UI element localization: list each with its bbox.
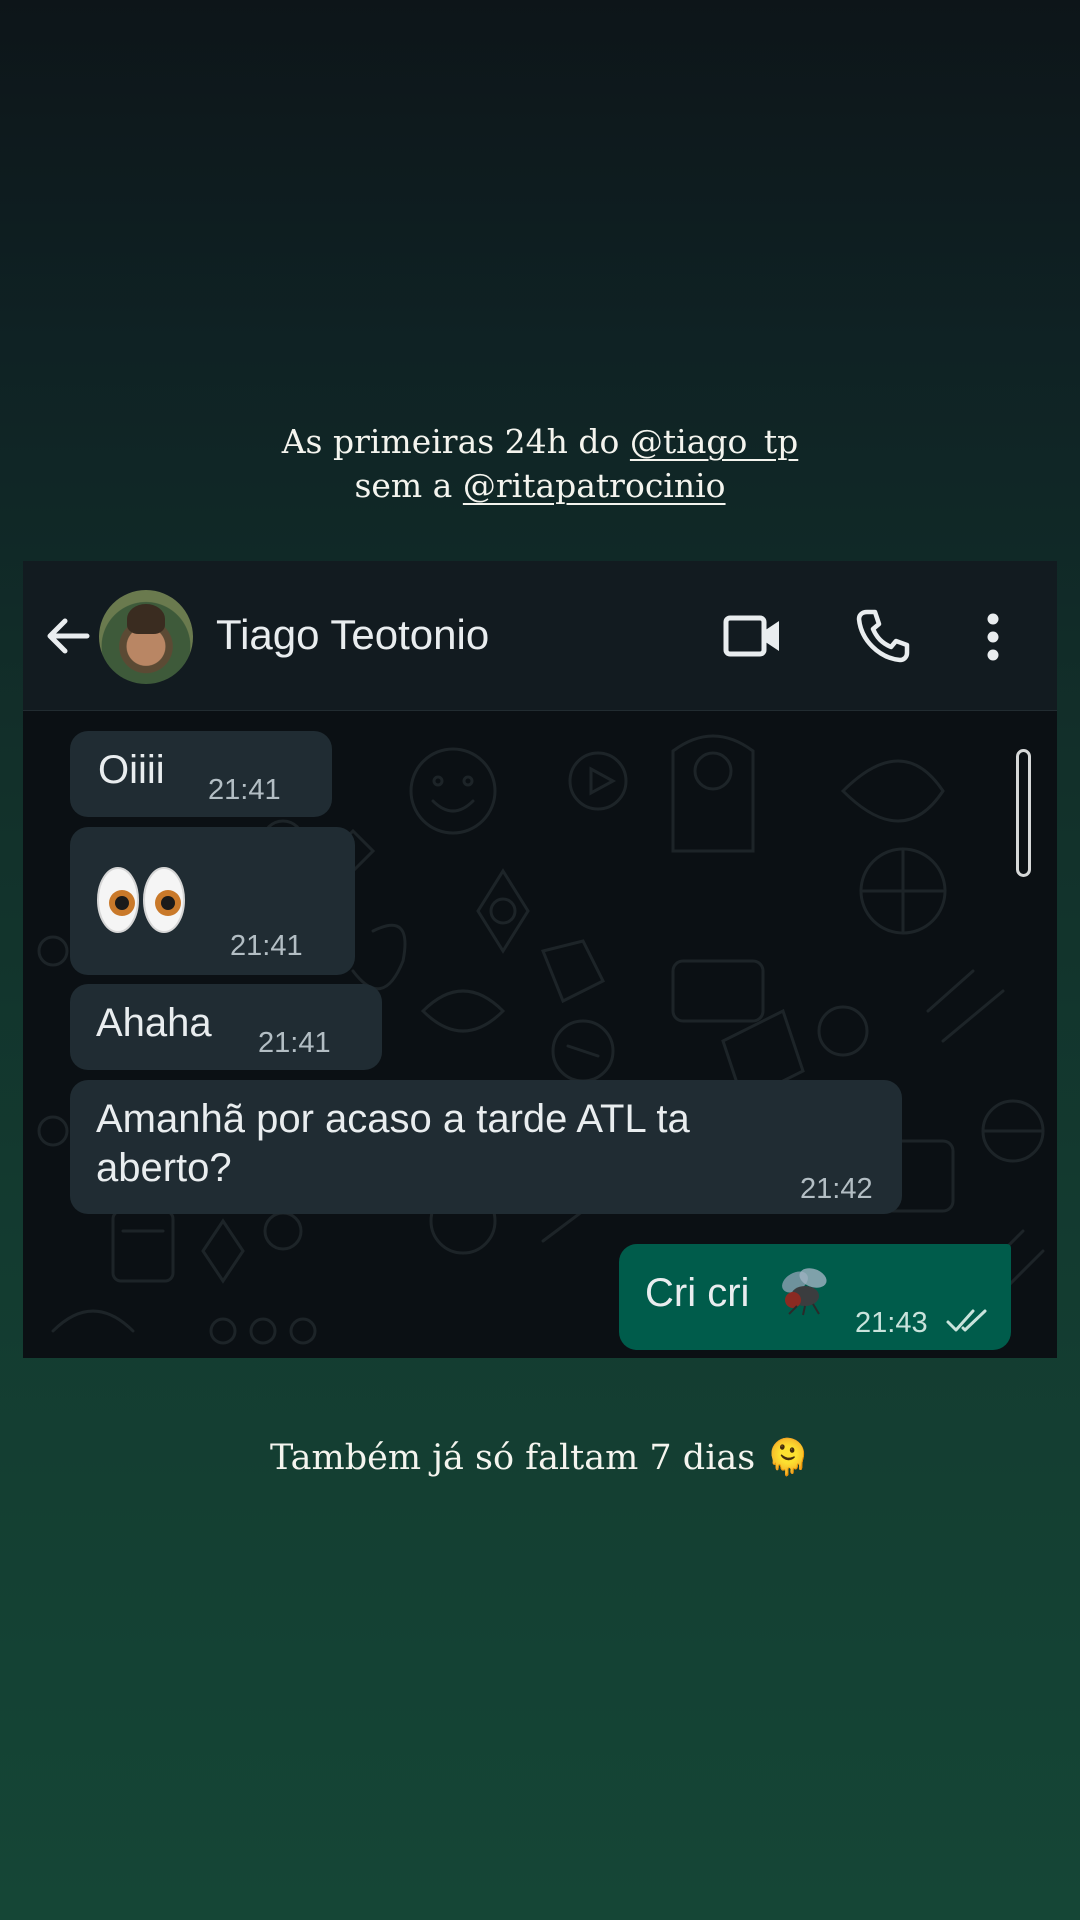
melting-face-emoji-icon: 🫠: [766, 1438, 810, 1478]
mention-link-rita[interactable]: @ritapatrocinio: [463, 466, 726, 505]
message-time: 21:41: [208, 774, 281, 806]
caption-text: sem a: [354, 466, 463, 505]
message-text-line-1: Amanhã por acaso a tarde ATL ta: [96, 1097, 690, 1141]
avatar[interactable]: [99, 590, 193, 684]
caption-text: Também já só faltam 7 dias: [270, 1438, 756, 1478]
mention-link-tiago[interactable]: @tiago_tp: [630, 422, 798, 461]
message-time: 21:41: [230, 930, 303, 962]
caption-line-1: As primeiras 24h do @tiago_tp: [0, 420, 1080, 464]
contact-name[interactable]: Tiago Teotonio: [216, 607, 489, 663]
back-arrow-icon[interactable]: [43, 611, 93, 661]
story-caption-top: As primeiras 24h do @tiago_tp sem a @rit…: [0, 420, 1080, 508]
message-time: 21:43: [855, 1307, 928, 1339]
chat-messages-area[interactable]: Oiiii 21:41 21:41 Ahaha 21:41 Amanhã por…: [23, 711, 1057, 1358]
incoming-message-bubble[interactable]: Amanhã por acaso a tarde ATL ta aberto? …: [70, 1080, 902, 1214]
outgoing-message-bubble[interactable]: Cri cri 21:43: [619, 1244, 1011, 1350]
incoming-message-bubble[interactable]: Oiiii 21:41: [70, 731, 332, 817]
caption-line-2: sem a @ritapatrocinio: [0, 464, 1080, 508]
incoming-message-bubble[interactable]: Ahaha 21:41: [70, 984, 382, 1070]
message-time: 21:42: [800, 1173, 873, 1205]
video-call-icon[interactable]: [723, 611, 783, 661]
message-text: Oiiii: [98, 748, 165, 792]
voice-call-icon[interactable]: [855, 608, 911, 664]
message-text: Ahaha: [96, 1001, 212, 1045]
chat-header: Tiago Teotonio: [23, 561, 1057, 711]
caption-text: As primeiras 24h do: [281, 422, 630, 461]
eyes-emoji-icon: [97, 867, 185, 933]
message-time: 21:41: [258, 1027, 331, 1059]
whatsapp-chat-screenshot: Tiago Teotonio Oiiii 21:41 21:41 Ahaha 2…: [23, 561, 1057, 1358]
incoming-message-bubble[interactable]: 21:41: [70, 827, 355, 975]
story-caption-bottom: Também já só faltam 7 dias 🫠: [0, 1436, 1080, 1480]
more-options-icon[interactable]: [983, 611, 1003, 663]
message-text-line-2: aberto?: [96, 1146, 232, 1190]
read-receipt-double-check-icon: [946, 1309, 987, 1332]
fly-emoji-icon: [782, 1268, 827, 1316]
scrollbar[interactable]: [1016, 749, 1031, 877]
message-text: Cri cri: [645, 1271, 750, 1315]
